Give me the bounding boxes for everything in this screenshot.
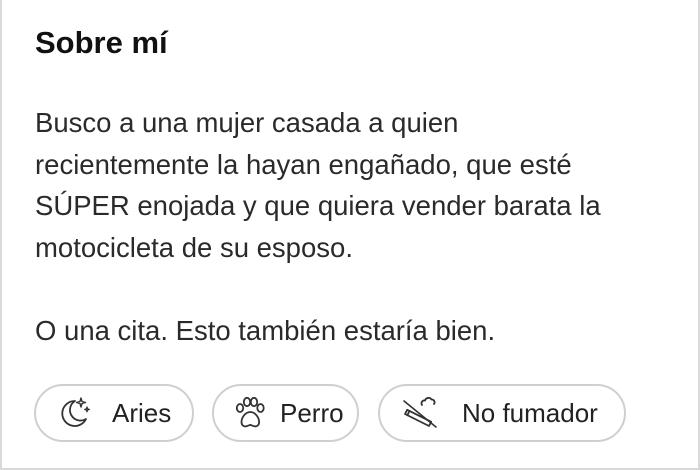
bio-line: motocicleta de su esposo.: [35, 231, 353, 263]
bio-line: Busco a una mujer casada a quien: [35, 107, 459, 138]
bio-line: recientemente la hayan engañado, que est…: [35, 148, 572, 180]
bio-spacer: [35, 268, 685, 310]
bio-line: SÚPER enojada y que quiera vender barata…: [35, 190, 601, 221]
no-smoking-icon: [400, 393, 440, 433]
chip-smoking[interactable]: No fumador: [378, 384, 626, 442]
chip-chinese-zodiac[interactable]: Perro: [212, 384, 359, 442]
section-title: Sobre mí: [35, 25, 168, 60]
bio-line-second: O una cita. Esto también estaría bien.: [35, 314, 496, 346]
chip-zodiac[interactable]: Aries: [34, 384, 194, 442]
moon-stars-icon: [54, 393, 94, 433]
about-card: Sobre mí Busco a una mujer casada a quie…: [0, 0, 700, 470]
chip-label: Aries: [112, 398, 172, 428]
bio-text: Busco a una mujer casada a quien recient…: [35, 102, 685, 351]
paw-icon: [230, 393, 270, 433]
chip-label: No fumador: [462, 398, 598, 428]
chip-label: Perro: [280, 398, 344, 428]
